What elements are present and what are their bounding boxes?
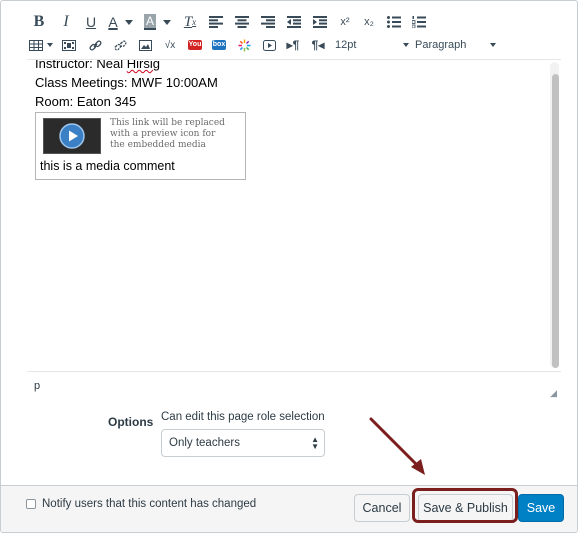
resize-handle-icon[interactable]: ◢	[550, 388, 557, 399]
cancel-button[interactable]: Cancel	[354, 494, 410, 522]
superscript-icon[interactable]: x²	[333, 11, 357, 33]
notify-users-option[interactable]: Notify users that this content has chang…	[26, 498, 256, 510]
bullet-list-icon[interactable]	[381, 11, 407, 33]
edit-permission-select[interactable]: Only teachers ▲ ▼	[161, 429, 325, 457]
font-size-dropdown-icon[interactable]	[397, 34, 415, 56]
select-arrows-icon: ▲ ▼	[311, 435, 319, 451]
font-color-dropdown-icon[interactable]	[123, 11, 135, 33]
numbered-list-icon[interactable]	[407, 11, 431, 33]
editor-content-area[interactable]: Instructor: Neal Hirsig Class Meetings: …	[27, 59, 561, 371]
media-note-line: the embedded media	[110, 140, 206, 150]
link-icon[interactable]	[83, 34, 107, 56]
outdent-icon[interactable]	[281, 11, 307, 33]
element-path[interactable]: p	[34, 380, 40, 392]
ltr-paragraph-icon[interactable]: ▸¶	[281, 34, 305, 56]
media-embed-icon[interactable]	[55, 34, 83, 56]
record-media-icon[interactable]	[257, 34, 281, 56]
background-color-icon[interactable]: A	[139, 11, 161, 33]
font-color-icon[interactable]: A	[103, 11, 123, 33]
editor-status-bar: p ◢	[27, 371, 561, 401]
background-color-glyph: A	[143, 14, 156, 30]
toolbar-row-formatting: B I U A A Tx x² x₂	[27, 10, 431, 34]
options-label: Options	[108, 415, 154, 429]
apps-icon[interactable]	[231, 34, 257, 56]
unlink-icon[interactable]	[107, 34, 133, 56]
class-meetings-line: Class Meetings: MWF 10:00AM	[35, 75, 218, 90]
italic-icon[interactable]: I	[53, 11, 79, 33]
editor-scrollbar-thumb[interactable]	[552, 74, 559, 368]
rtl-paragraph-icon[interactable]: ¶◂	[305, 34, 331, 56]
box-glyph: box	[211, 40, 227, 50]
media-preview-thumbnail	[43, 118, 101, 154]
annotation-highlight-box	[412, 488, 518, 523]
align-left-icon[interactable]	[203, 11, 229, 33]
youtube-icon[interactable]: You	[183, 34, 207, 56]
media-note-line: This link will be replaced	[110, 118, 225, 128]
font-size-select[interactable]: 12pt	[331, 34, 397, 56]
edit-permission-description: Can edit this page role selection	[161, 411, 325, 423]
save-button[interactable]: Save	[518, 494, 564, 522]
table-dropdown-icon[interactable]	[45, 34, 55, 56]
instructor-line: Instructor: Neal Hirsig	[35, 59, 218, 73]
edit-permission-selected: Only teachers	[169, 437, 240, 449]
block-format-select[interactable]: Paragraph	[415, 34, 487, 56]
rich-editor-toolbar: B I U A A Tx x² x₂ √x You box ▸¶ ¶◂ 12pt…	[27, 7, 567, 59]
play-icon	[59, 123, 85, 149]
notify-users-label: Notify users that this content has chang…	[42, 498, 257, 510]
media-comment-caption: this is a media comment	[40, 159, 175, 173]
media-note-line: with a preview icon for	[110, 129, 216, 139]
toolbar-row-insert: √x You box ▸¶ ¶◂ 12pt Paragraph	[27, 33, 499, 57]
notify-users-checkbox[interactable]	[26, 499, 36, 509]
room-line: Room: Eaton 345	[35, 94, 137, 109]
media-comment-placeholder[interactable]: This link will be replaced with a previe…	[35, 112, 246, 180]
clear-formatting-icon[interactable]: Tx	[177, 11, 203, 33]
math-equation-icon[interactable]: √x	[157, 34, 183, 56]
align-right-icon[interactable]	[255, 11, 281, 33]
subscript-icon[interactable]: x₂	[357, 11, 381, 33]
media-placeholder-note: This link will be replaced with a previe…	[110, 118, 225, 151]
instructor-name: Hirsig	[126, 59, 160, 71]
background-color-dropdown-icon[interactable]	[161, 11, 173, 33]
block-format-dropdown-icon[interactable]	[487, 34, 499, 56]
youtube-glyph: You	[187, 40, 203, 50]
table-icon[interactable]	[27, 34, 45, 56]
indent-icon[interactable]	[307, 11, 333, 33]
page-editor-window: B I U A A Tx x² x₂ √x You box ▸¶ ¶◂ 12pt…	[0, 0, 578, 533]
box-icon[interactable]: box	[207, 34, 231, 56]
clear-formatting-glyph: T	[183, 13, 193, 30]
underline-icon[interactable]: U	[79, 11, 103, 33]
image-icon[interactable]	[133, 34, 157, 56]
align-center-icon[interactable]	[229, 11, 255, 33]
bold-icon[interactable]: B	[27, 11, 51, 33]
editor-text: Instructor: Neal Hirsig Class Meetings: …	[35, 59, 218, 111]
instructor-label: Instructor: Neal	[35, 59, 127, 71]
